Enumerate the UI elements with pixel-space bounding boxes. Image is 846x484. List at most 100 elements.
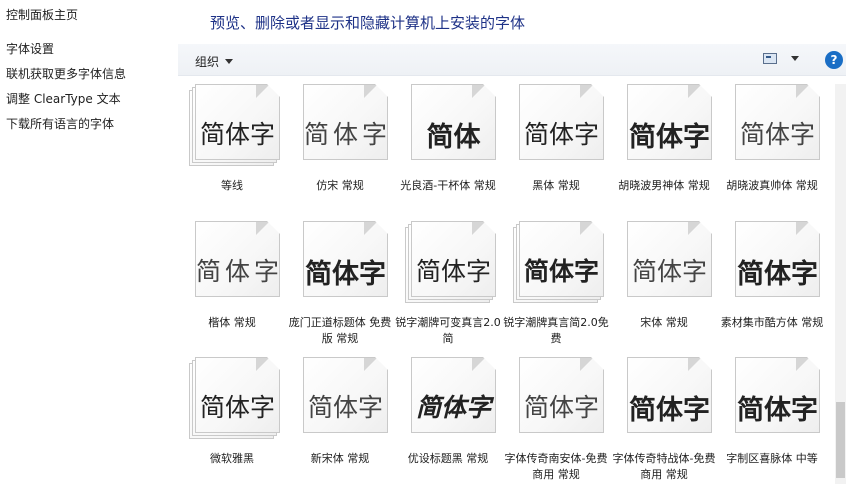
font-item[interactable]: 简体字微软雅黑 bbox=[178, 357, 286, 484]
font-name-label: 黑体 常规 bbox=[532, 179, 580, 192]
font-preview-icon: 简体字 bbox=[735, 221, 830, 300]
font-page: 简体字 bbox=[195, 84, 280, 160]
font-name-label: 等线 bbox=[221, 179, 243, 192]
organize-label: 组织 bbox=[195, 55, 220, 69]
organize-menu-button[interactable]: 组织 bbox=[195, 53, 234, 70]
vertical-scrollbar[interactable] bbox=[835, 84, 846, 484]
font-preview-icon: 简体字 bbox=[519, 357, 614, 436]
font-name-label: 仿宋 常规 bbox=[316, 179, 364, 192]
font-name-label: 字体传奇特战体-免费商用 常规 bbox=[612, 452, 716, 481]
page-fold bbox=[688, 222, 701, 235]
page-fold bbox=[472, 85, 485, 98]
font-item[interactable]: 简体字庞门正道标题体 免费版 常规 bbox=[286, 221, 394, 357]
download-all-language-fonts-link[interactable]: 下载所有语言的字体 bbox=[6, 117, 126, 142]
font-preview-icon: 简体字 bbox=[303, 221, 398, 300]
page-fold bbox=[256, 222, 269, 235]
font-name-label: 锐字潮牌可变真言2.0简 bbox=[395, 316, 501, 345]
font-item[interactable]: 简体字优设标题黑 常规 bbox=[394, 357, 502, 484]
font-sample-text: 简体字 bbox=[523, 120, 599, 149]
font-sample-text: 简体字 bbox=[631, 257, 707, 286]
font-name-label: 锐字潮牌真言简2.0免费 bbox=[503, 316, 609, 345]
font-sample-text: 简体字 bbox=[196, 257, 284, 286]
font-name-label: 楷体 常规 bbox=[208, 316, 256, 329]
font-item[interactable]: 简体字宋体 常规 bbox=[610, 221, 718, 357]
page-fold bbox=[796, 85, 809, 98]
font-sample-text: 简体字 bbox=[523, 257, 599, 286]
font-sample-text: 简体字 bbox=[737, 259, 818, 290]
font-preview-icon: 简体字 bbox=[513, 221, 614, 303]
font-item[interactable]: 简体 光良酒-干杯体 常规 bbox=[394, 84, 502, 220]
font-page: 简体字 bbox=[519, 84, 604, 160]
chevron-down-icon bbox=[791, 56, 799, 61]
font-item[interactable]: 简体字字体传奇特战体-免费商用 常规 bbox=[610, 357, 718, 484]
page-fold bbox=[364, 85, 377, 98]
font-name-label: 微软雅黑 bbox=[210, 452, 254, 465]
page-fold bbox=[472, 358, 485, 371]
font-name-label: 素材集市酷方体 常规 bbox=[720, 316, 824, 329]
page-fold bbox=[688, 358, 701, 371]
font-sample-text: 简体字 bbox=[305, 259, 386, 290]
nav-links: 字体设置 联机获取更多字体信息 调整 ClearType 文本 下载所有语言的字… bbox=[6, 42, 126, 142]
font-page: 简体字 bbox=[735, 84, 820, 160]
font-preview-icon: 简体字 bbox=[303, 84, 398, 163]
font-sample-text: 简体字 bbox=[199, 120, 275, 149]
font-sample-text: 简体字 bbox=[307, 393, 383, 422]
font-item[interactable]: 简体字等线 bbox=[178, 84, 286, 220]
font-item[interactable]: 简体字 新宋体 常规 bbox=[286, 357, 394, 484]
font-sample-text: 简体字 bbox=[739, 120, 815, 149]
font-page: 简体字 bbox=[519, 221, 604, 297]
font-name-label: 庞门正道标题体 免费版 常规 bbox=[288, 316, 392, 345]
page-fold bbox=[472, 222, 485, 235]
adjust-cleartype-link[interactable]: 调整 ClearType 文本 bbox=[6, 92, 126, 117]
font-item[interactable]: 简体字楷体 常规 bbox=[178, 221, 286, 357]
font-sample-text: 简体字 bbox=[629, 395, 710, 426]
font-sample-text: 简体字 bbox=[737, 395, 818, 426]
font-name-label: 字体传奇南安体-免费商用 常规 bbox=[504, 452, 608, 481]
font-page: 简体字 bbox=[303, 84, 388, 160]
font-item[interactable]: 简体字仿宋 常规 bbox=[286, 84, 394, 220]
get-more-font-info-link[interactable]: 联机获取更多字体信息 bbox=[6, 67, 126, 92]
font-sample-text: 简体字 bbox=[199, 393, 275, 422]
page-fold bbox=[580, 358, 593, 371]
font-preview-icon: 简体字 bbox=[735, 357, 830, 436]
font-preview-icon: 简体字 bbox=[195, 221, 290, 300]
font-page: 简体字 bbox=[195, 357, 280, 433]
font-settings-link[interactable]: 字体设置 bbox=[6, 42, 126, 67]
font-sample-text: 简体字 bbox=[523, 393, 599, 422]
font-name-label: 新宋体 常规 bbox=[310, 452, 370, 465]
font-item[interactable]: 简体字字体传奇南安体-免费商用 常规 bbox=[502, 357, 610, 484]
font-preview-icon: 简体字 bbox=[411, 357, 506, 436]
font-page: 简体字 bbox=[195, 221, 280, 297]
font-page: 简体字 bbox=[411, 357, 496, 433]
font-name-label: 字制区喜脉体 中等 bbox=[726, 452, 818, 465]
page-fold bbox=[364, 222, 377, 235]
font-sample-text: 简体字 bbox=[415, 257, 491, 286]
page-fold bbox=[688, 85, 701, 98]
font-item[interactable]: 简体字黑体 常规 bbox=[502, 84, 610, 220]
toolbar: 组织 ? bbox=[178, 44, 846, 76]
font-sample-text: 简体字 bbox=[629, 122, 710, 153]
font-preview-icon: 简体字 bbox=[627, 84, 722, 163]
page-fold bbox=[796, 358, 809, 371]
help-icon[interactable]: ? bbox=[825, 51, 843, 69]
font-name-label: 宋体 常规 bbox=[640, 316, 688, 329]
font-preview-icon: 简体字 bbox=[189, 357, 290, 439]
font-grid: 简体字 等线 简体字 仿宋 常规 简体 光良酒-干杯体 常规 简体字 黑体 常规 简体字 胡晓波男… bbox=[178, 84, 834, 484]
page-fold bbox=[364, 358, 377, 371]
font-page: 简体字 bbox=[411, 221, 496, 297]
change-view-button[interactable] bbox=[763, 53, 799, 64]
font-item[interactable]: 简体字字制区喜脉体 中等 bbox=[718, 357, 826, 484]
chevron-down-icon bbox=[225, 59, 234, 64]
font-item[interactable]: 简体字素材集市酷方体 常规 bbox=[718, 221, 826, 357]
control-panel-home-link[interactable]: 控制面板主页 bbox=[6, 6, 78, 23]
font-item[interactable]: 简体字锐字潮牌可变真言2.0简 bbox=[394, 221, 502, 357]
font-item[interactable]: 简体字 胡晓波男神体 常规 bbox=[610, 84, 718, 220]
font-name-label: 优设标题黑 常规 bbox=[407, 452, 489, 465]
font-page: 简体字 bbox=[303, 221, 388, 297]
font-sample-text: 简体字 bbox=[304, 120, 392, 149]
font-item[interactable]: 简体字 胡晓波真帅体 常规 bbox=[718, 84, 826, 220]
scrollbar-thumb[interactable] bbox=[836, 402, 845, 478]
font-sample-text: 简体 bbox=[426, 122, 481, 153]
font-preview-icon: 简体字 bbox=[519, 84, 614, 163]
font-item[interactable]: 简体字锐字潮牌真言简2.0免费 bbox=[502, 221, 610, 357]
